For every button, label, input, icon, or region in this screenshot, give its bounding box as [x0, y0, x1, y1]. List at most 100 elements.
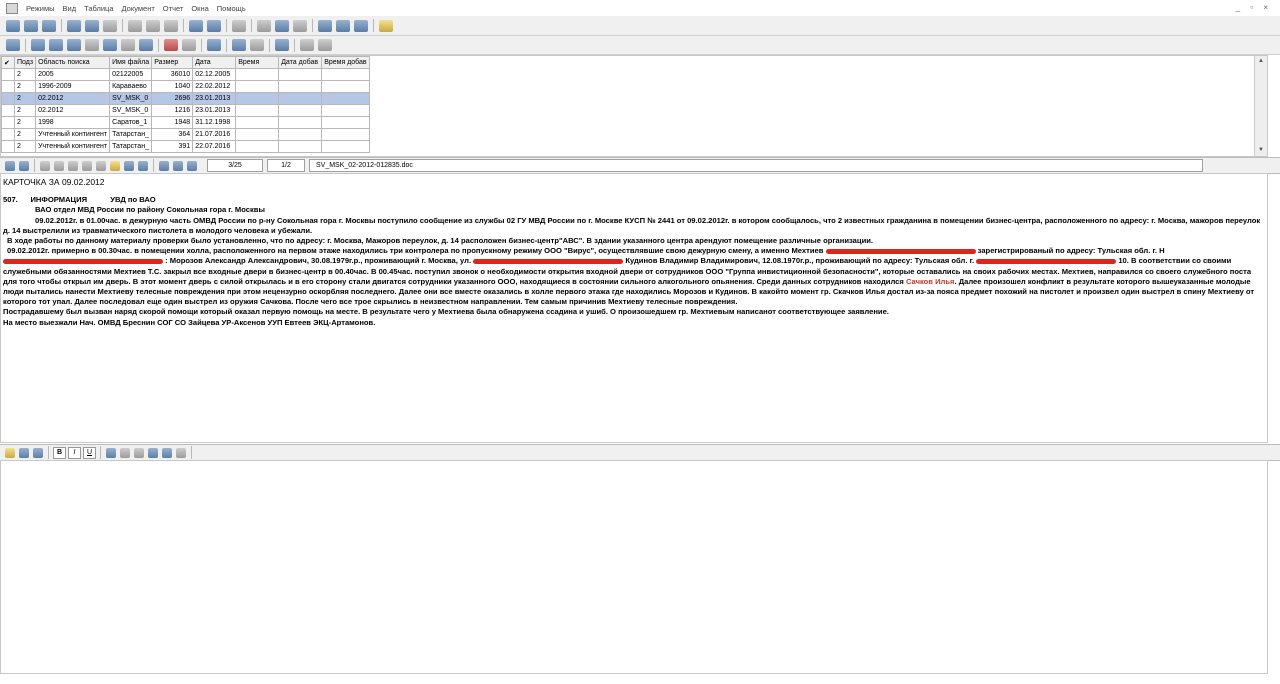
- window-split-icon[interactable]: [354, 19, 368, 32]
- menu-report[interactable]: Отчет: [159, 4, 188, 13]
- table-cell[interactable]: [235, 116, 280, 129]
- sort-icon[interactable]: [139, 39, 153, 51]
- print-icon[interactable]: [33, 447, 43, 458]
- table-cell[interactable]: 1996-2009: [35, 80, 111, 93]
- table-cell[interactable]: 391: [151, 140, 194, 153]
- replace-icon[interactable]: [176, 447, 186, 458]
- attach-icon[interactable]: [250, 39, 264, 51]
- table-cell[interactable]: 23.01.2013: [192, 92, 237, 105]
- table-cell[interactable]: 02.2012: [35, 92, 111, 105]
- table-cell[interactable]: [1, 116, 15, 129]
- binoculars-icon[interactable]: [67, 19, 81, 32]
- table-cell[interactable]: [278, 68, 323, 81]
- table-cell[interactable]: [278, 104, 323, 117]
- table-cell[interactable]: 364: [151, 128, 194, 141]
- bold-button[interactable]: B: [53, 446, 66, 459]
- col-sub[interactable]: Подз: [13, 56, 37, 69]
- table-cell[interactable]: [1, 128, 15, 141]
- table-cell[interactable]: [1, 68, 15, 81]
- save-icon[interactable]: [19, 447, 29, 458]
- clock-icon[interactable]: [182, 39, 196, 51]
- import-icon[interactable]: [275, 19, 289, 32]
- table-cell[interactable]: [1, 104, 15, 117]
- table-cell[interactable]: [235, 128, 280, 141]
- rows-icon[interactable]: [49, 39, 63, 51]
- window-controls[interactable]: _ ▫ ×: [1236, 3, 1272, 12]
- table-cell[interactable]: [235, 104, 280, 117]
- table-cell[interactable]: 36010: [151, 68, 194, 81]
- table-cell[interactable]: 1040: [151, 80, 194, 93]
- delete-icon[interactable]: [164, 39, 178, 51]
- table-row[interactable]: 2 02.2012 SV_MSK_0 2696 23.01.2013: [1, 92, 370, 105]
- table-row[interactable]: 2 Учтенный контингент Татарстан_ 364 21.07.2…: [1, 128, 370, 141]
- col-check[interactable]: ✔: [1, 56, 15, 69]
- table-cell[interactable]: [235, 140, 280, 153]
- database-icon[interactable]: [189, 19, 203, 32]
- table-cell[interactable]: [278, 140, 323, 153]
- table-cell[interactable]: [278, 92, 323, 105]
- cancel-icon[interactable]: [128, 19, 142, 32]
- italic-button[interactable]: I: [68, 446, 81, 459]
- col-size[interactable]: Размер: [151, 56, 194, 69]
- export-icon[interactable]: [257, 19, 271, 32]
- table-cell[interactable]: Учтенный контингент: [35, 140, 111, 153]
- table-cell[interactable]: [321, 104, 370, 117]
- table-cell[interactable]: [278, 116, 323, 129]
- scroll-up-icon[interactable]: ▲: [1255, 56, 1267, 67]
- menu-table[interactable]: Таблица: [80, 4, 117, 13]
- print-icon[interactable]: [19, 160, 29, 171]
- table-cell[interactable]: 2: [13, 116, 37, 129]
- table-cell[interactable]: [1, 92, 15, 105]
- table-cell[interactable]: [321, 80, 370, 93]
- table-cell[interactable]: [1, 140, 15, 153]
- window-tile-icon[interactable]: [336, 19, 350, 32]
- binoculars-icon[interactable]: [173, 160, 183, 171]
- menu-windows[interactable]: Окна: [187, 4, 212, 13]
- table-cell[interactable]: Саратов_1: [109, 116, 153, 129]
- tools-icon[interactable]: [293, 19, 307, 32]
- table-insert-icon[interactable]: [134, 447, 144, 458]
- image-icon[interactable]: [120, 447, 130, 458]
- list-icon[interactable]: [106, 447, 116, 458]
- table-cell[interactable]: Татарстан_: [109, 128, 153, 141]
- unpin-icon[interactable]: [318, 39, 332, 51]
- table-cell[interactable]: [278, 80, 323, 93]
- table-cell[interactable]: 1998: [35, 116, 111, 129]
- prev-icon[interactable]: [82, 160, 92, 171]
- table-cell[interactable]: 2: [13, 140, 37, 153]
- open-icon[interactable]: [5, 447, 15, 458]
- scroll-down-icon[interactable]: ▼: [1255, 145, 1267, 156]
- columns-icon[interactable]: [31, 39, 45, 51]
- window-cascade-icon[interactable]: [318, 19, 332, 32]
- binoculars-icon[interactable]: [162, 447, 172, 458]
- help-icon[interactable]: [379, 19, 393, 32]
- menu-modes[interactable]: Режимы: [22, 4, 59, 13]
- col-time-added[interactable]: Время добав: [321, 56, 370, 69]
- table-row[interactable]: 2 02.2012 SV_MSK_0 1216 23.01.2013: [1, 104, 370, 117]
- refresh-icon[interactable]: [6, 39, 20, 51]
- table-cell[interactable]: 22.07.2016: [192, 140, 237, 153]
- table-cell[interactable]: [321, 116, 370, 129]
- table-cell[interactable]: [321, 140, 370, 153]
- table-row[interactable]: 2 1998 Саратов_1 1948 31.12.1998: [1, 116, 370, 129]
- move-icon[interactable]: [103, 39, 117, 51]
- open-icon[interactable]: [6, 19, 20, 32]
- link-icon[interactable]: [121, 39, 135, 51]
- last-icon[interactable]: [138, 160, 148, 171]
- col-date[interactable]: Дата: [192, 56, 237, 69]
- table-cell[interactable]: SV_MSK_0: [109, 104, 153, 117]
- table-cell[interactable]: 02.12.2005: [192, 68, 237, 81]
- pin-icon[interactable]: [300, 39, 314, 51]
- table-cell[interactable]: 22.02.2012: [192, 80, 237, 93]
- col-date-added[interactable]: Дата добав: [278, 56, 323, 69]
- next-icon[interactable]: [96, 160, 106, 171]
- archive-icon[interactable]: [207, 19, 221, 32]
- table-cell[interactable]: 31.12.1998: [192, 116, 237, 129]
- col-time[interactable]: Время: [235, 56, 280, 69]
- run-icon[interactable]: [164, 19, 178, 32]
- table-cell[interactable]: [235, 80, 280, 93]
- zoom-out-icon[interactable]: [54, 160, 64, 171]
- table-cell[interactable]: 02122005: [109, 68, 153, 81]
- table-cell[interactable]: 2: [13, 80, 37, 93]
- table-cell[interactable]: Учтенный контингент: [35, 128, 111, 141]
